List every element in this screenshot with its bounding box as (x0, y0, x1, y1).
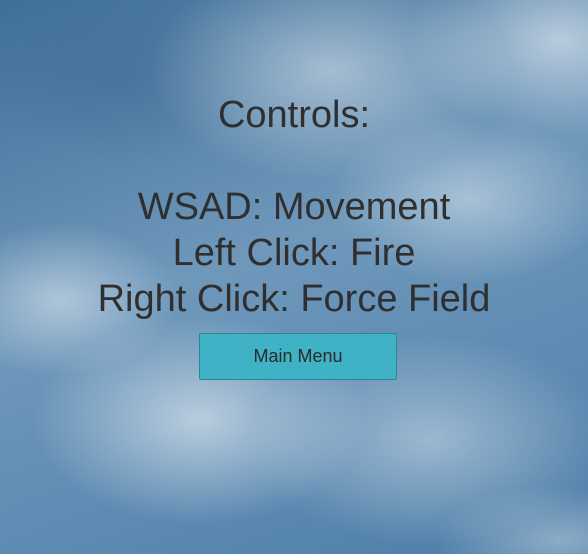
control-line-movement: WSAD: Movement (137, 186, 451, 228)
controls-title: Controls: (217, 94, 371, 136)
main-menu-button[interactable]: Main Menu (199, 333, 397, 380)
control-line-force-field: Right Click: Force Field (97, 278, 491, 320)
controls-panel: Controls: WSAD: Movement Left Click: Fir… (0, 92, 588, 322)
controls-spacer (0, 138, 588, 184)
control-line-fire: Left Click: Fire (172, 232, 416, 274)
